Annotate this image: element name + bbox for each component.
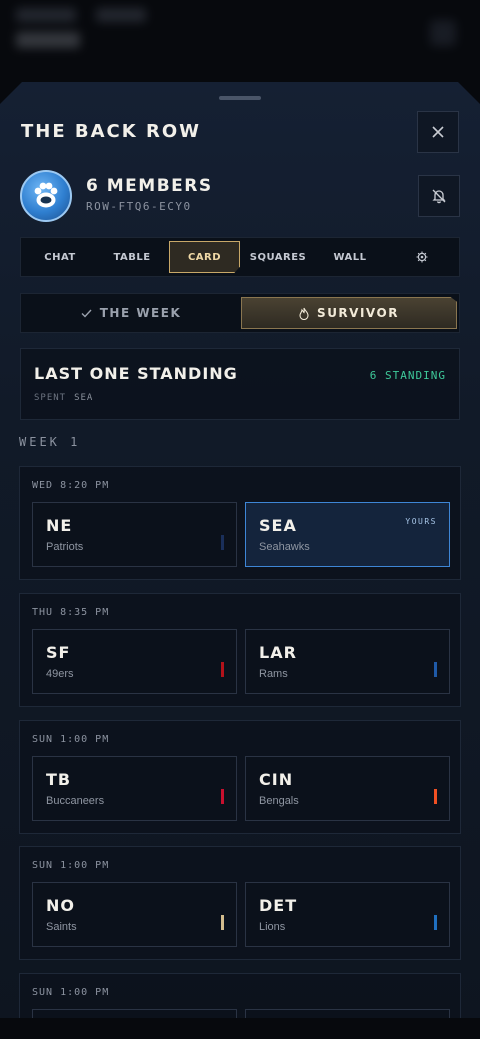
team-color-stripe xyxy=(221,535,224,550)
standing-count: 6 STANDING xyxy=(369,369,446,382)
group-avatar xyxy=(20,170,72,222)
game-time: WED 8:20 PM xyxy=(32,480,110,491)
team-color-stripe xyxy=(434,915,437,930)
team-color-stripe xyxy=(434,789,437,804)
bell-off-icon xyxy=(432,189,446,204)
team-color-stripe xyxy=(434,662,437,677)
survivor-title: LAST ONE STANDING xyxy=(34,364,238,383)
section-tabs: CHAT TABLE CARD SQUARES WALL xyxy=(20,237,460,277)
team-pick-away[interactable]: TB Buccaneers xyxy=(32,756,237,821)
tab-card[interactable]: CARD xyxy=(169,241,240,273)
background-button xyxy=(430,20,456,46)
spent-label: SPENT xyxy=(34,393,67,403)
team-pick-home[interactable]: DET Lions xyxy=(245,882,450,947)
team-name: Lions xyxy=(259,921,286,933)
team-name: Rams xyxy=(259,668,288,680)
team-name: Buccaneers xyxy=(46,795,105,807)
team-abbr: NE xyxy=(46,516,73,535)
tab-squares[interactable]: SQUARES xyxy=(243,238,313,276)
background-text xyxy=(16,8,76,22)
close-icon xyxy=(432,126,444,138)
team-abbr: NO xyxy=(46,896,75,915)
mode-toggle: THE WEEK SURVIVOR xyxy=(20,293,460,333)
member-count: 6 MEMBERS xyxy=(86,176,213,196)
flame-icon xyxy=(299,307,309,320)
team-name: Seahawks xyxy=(259,541,310,553)
team-pick-away[interactable]: SF 49ers xyxy=(32,629,237,694)
mode-label: SURVIVOR xyxy=(317,306,399,320)
game-time: THU 8:35 PM xyxy=(32,607,110,618)
check-icon xyxy=(81,309,92,318)
gear-icon xyxy=(416,251,428,263)
game-time: SUN 1:00 PM xyxy=(32,734,110,745)
tab-wall[interactable]: WALL xyxy=(315,238,385,276)
team-name: 49ers xyxy=(46,668,74,680)
team-name: Bengals xyxy=(259,795,299,807)
mode-survivor[interactable]: SURVIVOR xyxy=(241,297,457,329)
team-color-stripe xyxy=(221,915,224,930)
team-color-stripe xyxy=(221,789,224,804)
team-pick-away[interactable]: NO Saints xyxy=(32,882,237,947)
team-pick-home[interactable]: LAR Rams xyxy=(245,629,450,694)
league-title: THE BACK ROW xyxy=(21,121,201,142)
game-card: THU 8:35 PM SF 49ers LAR Rams xyxy=(19,593,461,707)
background-text xyxy=(96,8,146,22)
yours-badge: YOURS xyxy=(405,517,437,526)
tab-table[interactable]: TABLE xyxy=(97,238,167,276)
team-color-stripe xyxy=(221,662,224,677)
spent-teams: SPENT SEA xyxy=(34,393,93,403)
team-name: Saints xyxy=(46,921,77,933)
game-card: SUN 1:00 PM TB Buccaneers CIN Bengals xyxy=(19,720,461,834)
background-page xyxy=(0,0,480,90)
team-abbr: SEA xyxy=(259,516,297,535)
game-card: SUN 1:00 PM NO Saints DET Lions xyxy=(19,846,461,960)
survivor-summary: LAST ONE STANDING 6 STANDING SPENT SEA xyxy=(20,348,460,420)
tab-settings[interactable] xyxy=(387,238,457,276)
background-text xyxy=(16,32,80,48)
mode-the-week[interactable]: THE WEEK xyxy=(23,294,239,332)
drag-handle[interactable] xyxy=(219,96,261,100)
team-pick-away[interactable]: NE Patriots xyxy=(32,502,237,567)
team-abbr: SF xyxy=(46,643,71,662)
game-card: WED 8:20 PM NE Patriots SEA Seahawks YOURS xyxy=(19,466,461,580)
league-sheet: THE BACK ROW 6 MEMBERS ROW-FTQ6-ECY0 CHA… xyxy=(0,82,480,1039)
close-button[interactable] xyxy=(417,111,459,153)
bottom-edge xyxy=(0,1018,480,1039)
spent-team-list: SEA xyxy=(74,393,94,403)
tab-chat[interactable]: CHAT xyxy=(25,238,95,276)
team-abbr: DET xyxy=(259,896,298,915)
team-abbr: CIN xyxy=(259,770,294,789)
team-abbr: TB xyxy=(46,770,72,789)
team-abbr: LAR xyxy=(259,643,297,662)
team-name: Patriots xyxy=(46,541,84,553)
game-time: SUN 1:00 PM xyxy=(32,987,110,998)
invite-code[interactable]: ROW-FTQ6-ECY0 xyxy=(86,200,192,213)
week-label: WEEK 1 xyxy=(19,435,81,449)
team-pick-home[interactable]: SEA Seahawks YOURS xyxy=(245,502,450,567)
mode-label: THE WEEK xyxy=(99,306,182,320)
mute-notifications-button[interactable] xyxy=(418,175,460,217)
paw-icon xyxy=(34,182,58,208)
game-time: SUN 1:00 PM xyxy=(32,860,110,871)
team-pick-home[interactable]: CIN Bengals xyxy=(245,756,450,821)
